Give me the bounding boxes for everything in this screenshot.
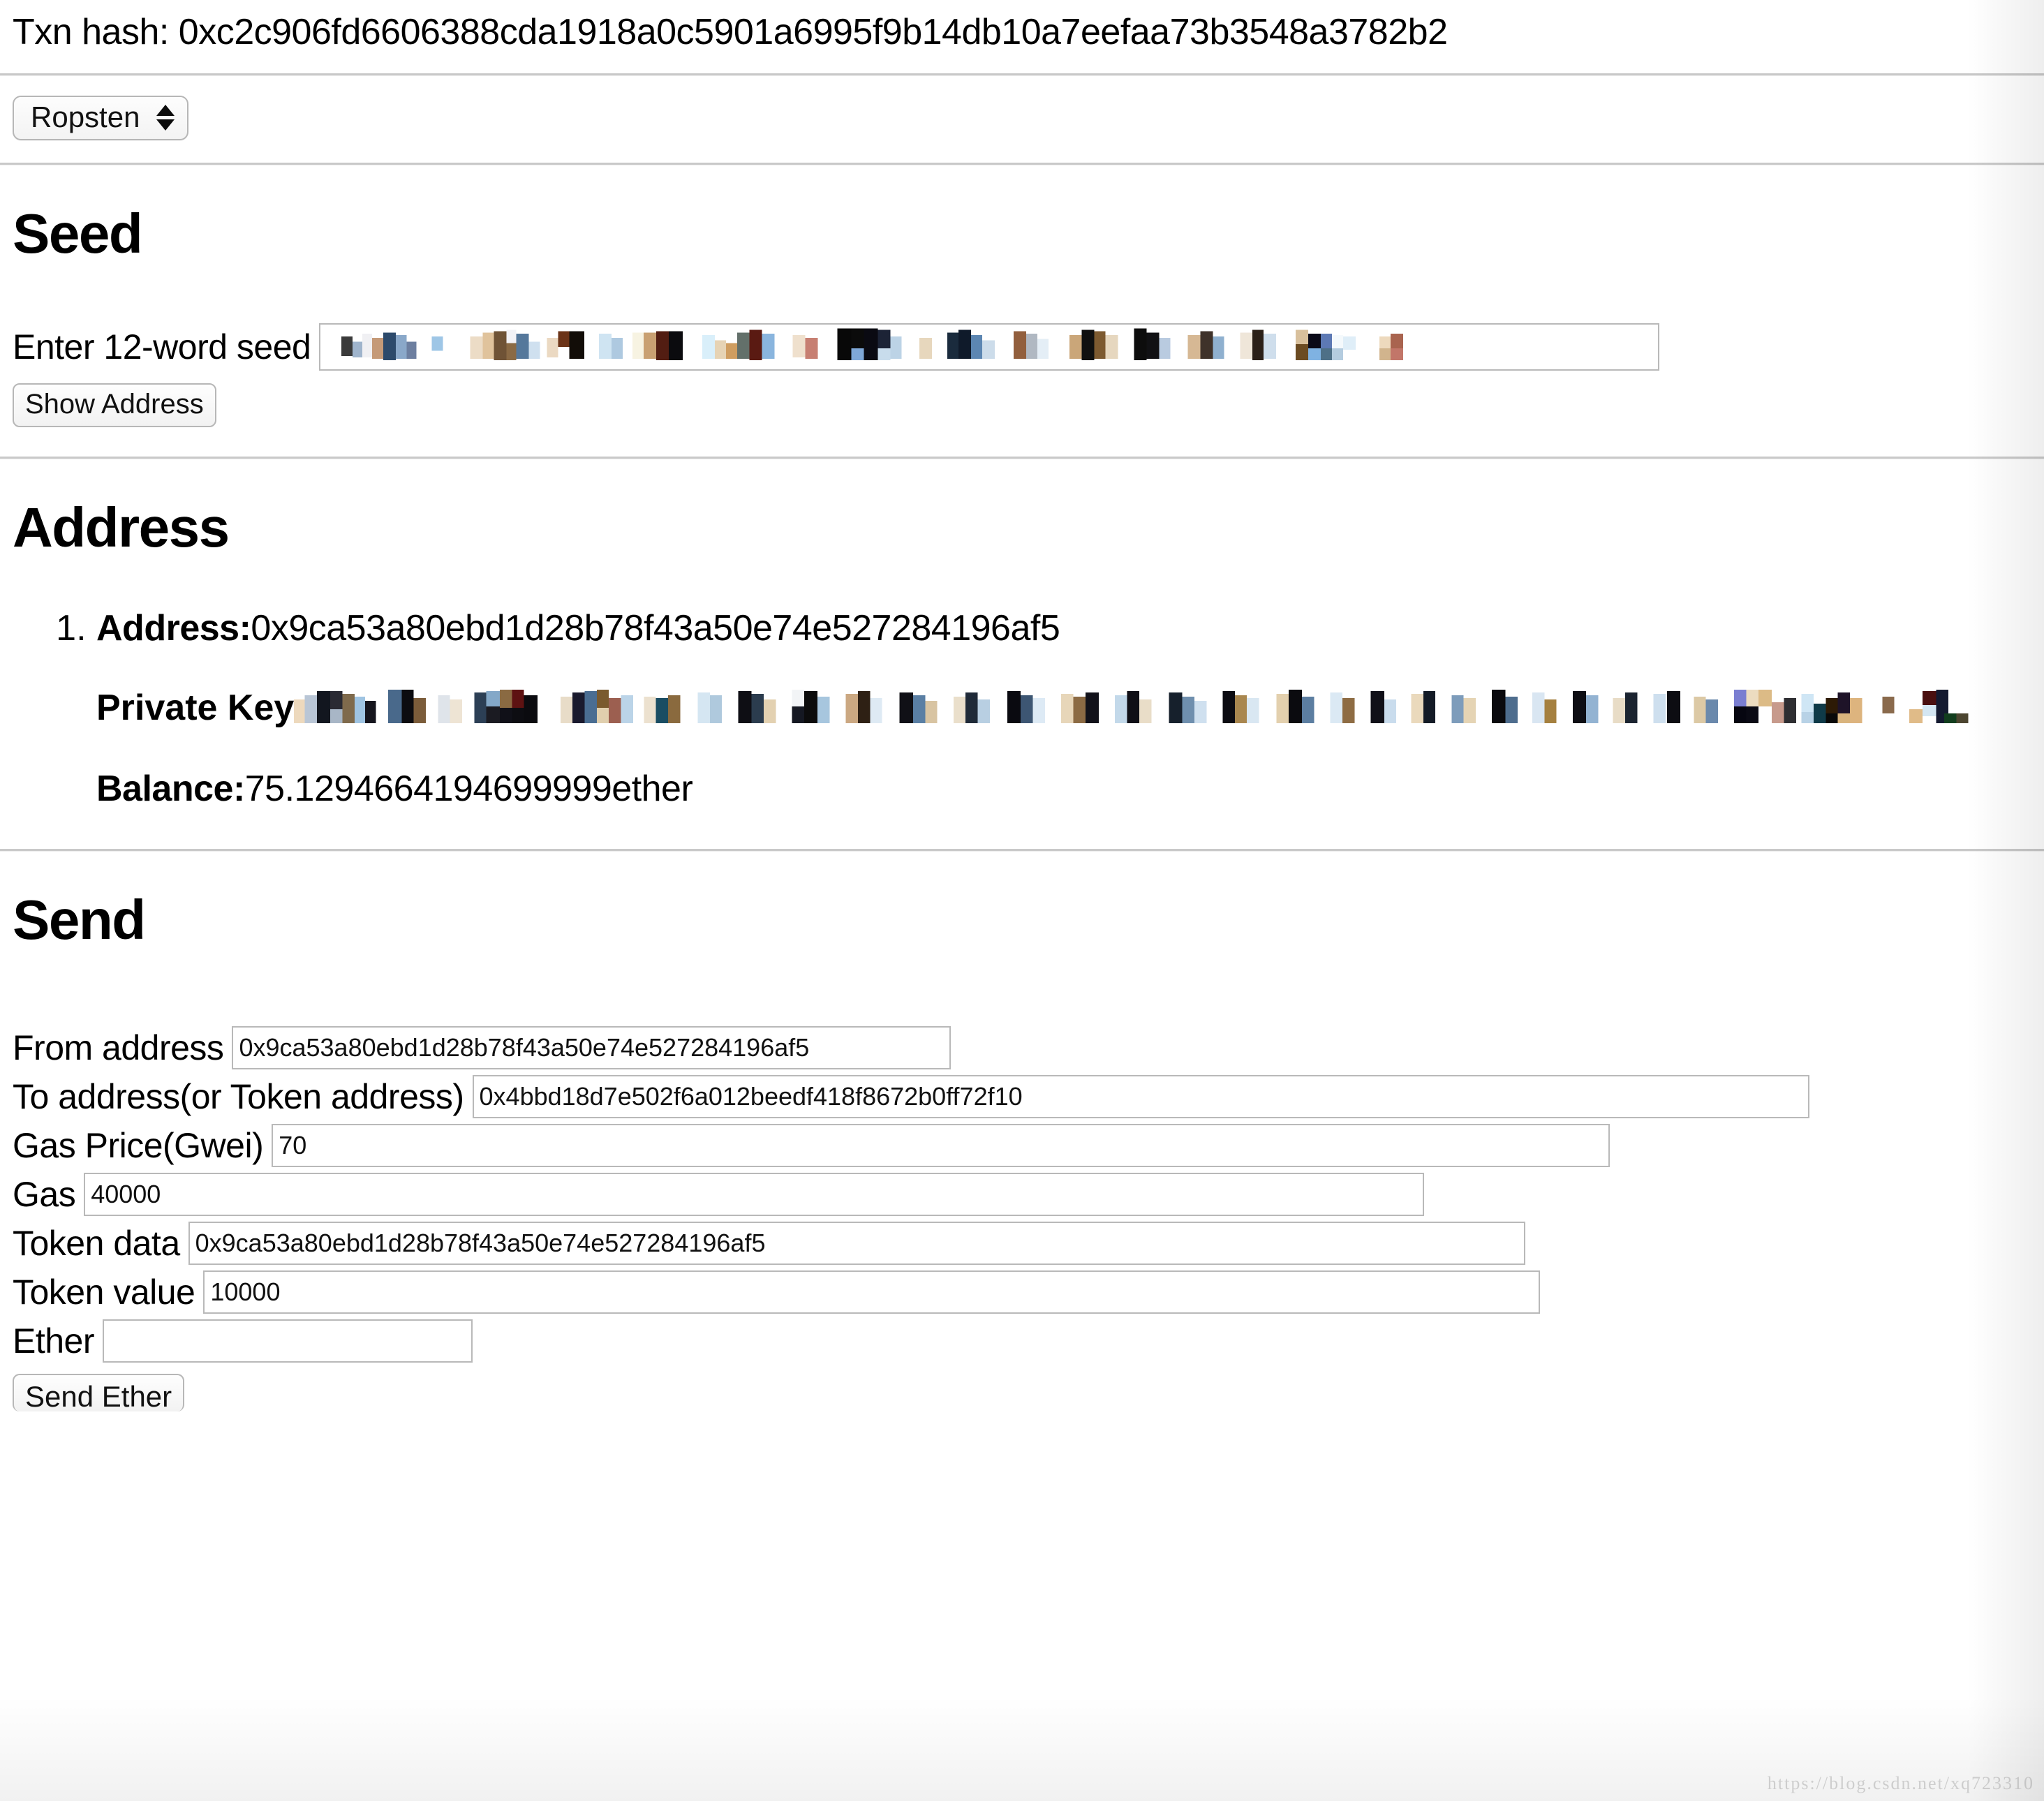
ether-input[interactable]: [103, 1319, 473, 1363]
send-ether-button-wrap: Send Ether: [13, 1374, 2044, 1411]
divider-seed: [0, 163, 2044, 165]
from-address-input[interactable]: 0x9ca53a80ebd1d28b78f43a50e74e527284196a…: [232, 1026, 951, 1069]
token-data-label: Token data: [13, 1224, 180, 1263]
watermark: https://blog.csdn.net/xq723310: [1767, 1773, 2034, 1793]
ether-row: Ether: [13, 1319, 2044, 1363]
gas-price-input[interactable]: 70: [272, 1124, 1610, 1167]
gas-input[interactable]: 40000: [84, 1173, 1425, 1216]
balance-value: 75.1294664194699999ether: [244, 769, 693, 809]
divider-send: [0, 849, 2044, 852]
redaction-mosaic: [294, 690, 1969, 723]
txn-hash-line: Txn hash: 0xc2c906fd6606388cda1918a0c590…: [13, 12, 1448, 52]
private-key-value-redacted: [294, 685, 2044, 730]
seed-input-label: Enter 12-word seed: [13, 327, 311, 366]
gas-price-row: Gas Price(Gwei) 70: [13, 1124, 2044, 1167]
token-data-row: Token data 0x9ca53a80ebd1d28b78f43a50e74…: [13, 1222, 2044, 1265]
seed-input-row: Enter 12-word seed: [13, 323, 2044, 371]
page-edge-shade-bottom: [0, 1696, 2044, 1801]
seed-heading: Seed: [13, 202, 143, 265]
balance-row: Balance:75.1294664194699999ether: [96, 768, 2044, 810]
address-section: Address Address:0x9ca53a80ebd1d28b78f43a…: [13, 498, 2044, 849]
from-address-row: From address 0x9ca53a80ebd1d28b78f43a50e…: [13, 1026, 2044, 1069]
send-heading: Send: [13, 889, 146, 951]
network-row: Ropsten: [13, 76, 2044, 163]
chevron-updown-icon: [156, 104, 175, 131]
redaction-mosaic: [341, 328, 1404, 360]
token-value-row: Token value 10000: [13, 1270, 2044, 1314]
divider-address: [0, 457, 2044, 459]
address-value: 0x9ca53a80ebd1d28b78f43a50e74e527284196a…: [251, 608, 1060, 648]
wallet-page: Txn hash: 0xc2c906fd6606388cda1918a0c590…: [0, 0, 2044, 1801]
list-item: Address:0x9ca53a80ebd1d28b78f43a50e74e52…: [96, 607, 2044, 810]
show-address-button[interactable]: Show Address: [13, 383, 216, 427]
private-key-label: Private Key: [96, 688, 295, 728]
private-key-row: Private Key: [96, 685, 2044, 730]
balance-label: Balance:: [96, 769, 245, 809]
to-address-label: To address(or Token address): [13, 1077, 464, 1116]
address-row: Address:0x9ca53a80ebd1d28b78f43a50e74e52…: [96, 607, 2044, 649]
token-data-input[interactable]: 0x9ca53a80ebd1d28b78f43a50e74e527284196a…: [188, 1222, 1525, 1265]
to-address-input[interactable]: 0x4bbd18d7e502f6a012beedf418f8672b0ff72f…: [472, 1075, 1809, 1118]
send-form: From address 0x9ca53a80ebd1d28b78f43a50e…: [13, 1026, 2044, 1411]
token-value-input[interactable]: 10000: [203, 1270, 1541, 1314]
gas-price-label: Gas Price(Gwei): [13, 1126, 264, 1165]
address-list: Address:0x9ca53a80ebd1d28b78f43a50e74e52…: [13, 607, 2044, 810]
gas-row: Gas 40000: [13, 1173, 2044, 1216]
send-ether-button[interactable]: Send Ether: [13, 1374, 185, 1411]
ether-label: Ether: [13, 1321, 95, 1361]
gas-label: Gas: [13, 1175, 76, 1214]
to-address-row: To address(or Token address) 0x4bbd18d7e…: [13, 1075, 2044, 1118]
seed-input[interactable]: [319, 323, 1660, 371]
network-select-value: Ropsten: [31, 101, 140, 133]
send-section: Send From address 0x9ca53a80ebd1d28b78f4…: [13, 891, 2044, 1418]
address-heading: Address: [13, 496, 230, 558]
token-value-label: Token value: [13, 1273, 195, 1312]
address-label: Address:: [96, 608, 251, 648]
from-address-label: From address: [13, 1028, 224, 1067]
network-select[interactable]: Ropsten: [13, 96, 189, 140]
seed-section: Seed Enter 12-word seed Show Address: [13, 205, 2044, 457]
